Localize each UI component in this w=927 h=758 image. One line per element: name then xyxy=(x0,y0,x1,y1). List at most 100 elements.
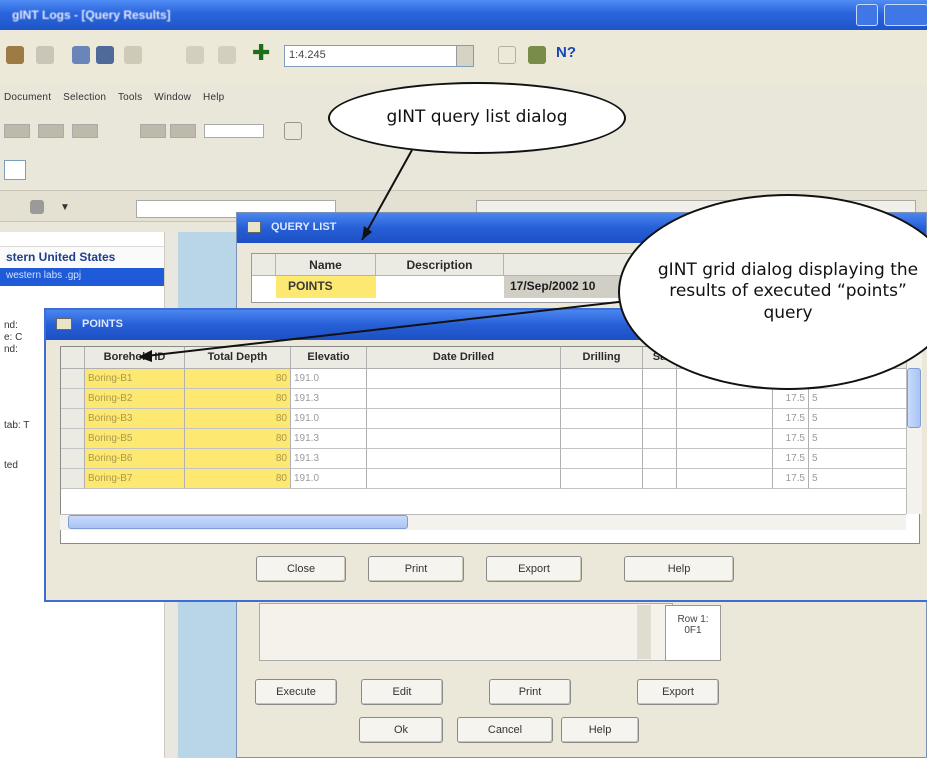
maximize-button[interactable] xyxy=(884,4,927,26)
tool-button-2[interactable] xyxy=(38,124,64,138)
ok-button[interactable]: Ok xyxy=(359,717,443,743)
grid-column-header[interactable]: Date Drilled xyxy=(367,347,561,369)
grid-row-header[interactable] xyxy=(61,409,85,429)
paste-icon[interactable] xyxy=(96,46,114,64)
edit-button[interactable]: Edit xyxy=(361,679,443,705)
grid-cell[interactable]: 17.5 xyxy=(773,389,809,409)
grid-cell[interactable] xyxy=(643,469,677,489)
font-size-combo[interactable] xyxy=(204,124,264,138)
view-combobox[interactable] xyxy=(4,160,26,180)
menu-tools[interactable]: Tools xyxy=(118,92,142,103)
sql-scrollbar[interactable] xyxy=(637,605,651,659)
grid-cell[interactable] xyxy=(561,449,643,469)
grid-cell[interactable]: 80 xyxy=(185,409,291,429)
zoom-dropdown-arrow[interactable] xyxy=(456,46,473,66)
query-description-cell[interactable] xyxy=(376,276,504,298)
grid-row-header[interactable] xyxy=(61,389,85,409)
grid-cell[interactable]: 80 xyxy=(185,469,291,489)
minimize-button[interactable] xyxy=(856,4,878,26)
zoom-combobox[interactable]: 1:4.245 xyxy=(284,45,474,67)
execute-button[interactable]: Execute xyxy=(255,679,337,705)
grid-cell[interactable] xyxy=(643,389,677,409)
chart-icon[interactable] xyxy=(498,46,516,64)
grid-cell[interactable]: 5 xyxy=(809,449,919,469)
menu-document[interactable]: Document xyxy=(4,92,51,103)
grid-cell[interactable] xyxy=(561,429,643,449)
grid-cell[interactable] xyxy=(643,429,677,449)
grid-row-header[interactable] xyxy=(61,449,85,469)
grid-cell[interactable] xyxy=(677,409,773,429)
query-name-cell[interactable]: POINTS xyxy=(276,276,376,298)
grid-cell[interactable]: 80 xyxy=(185,389,291,409)
close-button[interactable]: Close xyxy=(256,556,346,582)
grid-cell[interactable] xyxy=(677,429,773,449)
grid-cell[interactable] xyxy=(677,469,773,489)
grid-cell[interactable]: Boring-B5 xyxy=(85,429,185,449)
tool-button-4[interactable] xyxy=(140,124,166,138)
grid-cell[interactable]: 5 xyxy=(809,389,919,409)
print-button[interactable]: Print xyxy=(368,556,464,582)
open-icon[interactable] xyxy=(6,46,24,64)
grid-column-header[interactable]: Drilling xyxy=(561,347,643,369)
grid-cell[interactable]: 191.0 xyxy=(291,409,367,429)
grid-column-header[interactable]: Elevatio xyxy=(291,347,367,369)
print-button[interactable]: Print xyxy=(489,679,571,705)
grid-cell[interactable]: 17.5 xyxy=(773,409,809,429)
grid-cell[interactable] xyxy=(677,389,773,409)
grid-cell[interactable] xyxy=(561,469,643,489)
cancel-button[interactable]: Cancel xyxy=(457,717,553,743)
grid-cell[interactable]: Boring-B1 xyxy=(85,369,185,389)
grid-cell[interactable]: 191.0 xyxy=(291,469,367,489)
grid-cell[interactable]: 191.0 xyxy=(291,369,367,389)
grid-cell[interactable]: 80 xyxy=(185,449,291,469)
grid-cell[interactable]: 80 xyxy=(185,369,291,389)
grid-row-header[interactable] xyxy=(61,369,85,389)
grid-cell[interactable]: 5 xyxy=(809,409,919,429)
grid-cell[interactable]: 17.5 xyxy=(773,449,809,469)
tool-button-5[interactable] xyxy=(170,124,196,138)
help-context-icon[interactable] xyxy=(528,46,546,64)
grid-cell[interactable] xyxy=(643,449,677,469)
column-header-name[interactable]: Name xyxy=(276,254,376,276)
grid-horizontal-scroll-thumb[interactable] xyxy=(68,515,408,529)
grid-cell[interactable] xyxy=(561,409,643,429)
menu-help[interactable]: Help xyxy=(203,92,224,103)
back-icon[interactable] xyxy=(186,46,204,64)
grid-cell[interactable] xyxy=(367,389,561,409)
grid-cell[interactable]: 191.3 xyxy=(291,429,367,449)
grid-cell[interactable] xyxy=(367,449,561,469)
grid-column-header[interactable]: Borehole ID xyxy=(85,347,185,369)
redo-icon[interactable] xyxy=(36,46,54,64)
forward-icon[interactable] xyxy=(218,46,236,64)
grid-cell[interactable]: Boring-B3 xyxy=(85,409,185,429)
copy-icon[interactable] xyxy=(72,46,90,64)
export-button[interactable]: Export xyxy=(637,679,719,705)
column-header-description[interactable]: Description xyxy=(376,254,504,276)
grid-cell[interactable]: Boring-B6 xyxy=(85,449,185,469)
grid-cell[interactable]: Boring-B7 xyxy=(85,469,185,489)
grid-cell[interactable]: 191.3 xyxy=(291,449,367,469)
grid-row-header[interactable] xyxy=(61,469,85,489)
whats-this-icon[interactable]: N? xyxy=(556,44,576,62)
selected-project-file[interactable]: western labs .gpj xyxy=(0,268,164,286)
print-preview-icon[interactable] xyxy=(284,122,302,140)
pencil-icon[interactable] xyxy=(30,200,44,214)
grid-cell[interactable]: 5 xyxy=(809,429,919,449)
grid-cell[interactable]: 17.5 xyxy=(773,469,809,489)
grid-cell[interactable]: 17.5 xyxy=(773,429,809,449)
grid-cell[interactable]: 191.3 xyxy=(291,389,367,409)
grid-cell[interactable] xyxy=(643,409,677,429)
grid-cell[interactable] xyxy=(367,369,561,389)
grid-cell[interactable] xyxy=(677,449,773,469)
grid-cell[interactable] xyxy=(367,469,561,489)
tool-button-3[interactable] xyxy=(72,124,98,138)
chevron-down-icon[interactable]: ▼ xyxy=(60,202,78,220)
grid-cell[interactable]: 5 xyxy=(809,469,919,489)
grid-cell[interactable] xyxy=(561,369,643,389)
grid-cell[interactable]: Boring-B2 xyxy=(85,389,185,409)
help-button[interactable]: Help xyxy=(624,556,734,582)
grid-cell[interactable]: 80 xyxy=(185,429,291,449)
menu-selection[interactable]: Selection xyxy=(63,92,106,103)
delete-icon[interactable] xyxy=(124,46,142,64)
zoom-in-icon[interactable]: ✚ xyxy=(252,42,270,64)
